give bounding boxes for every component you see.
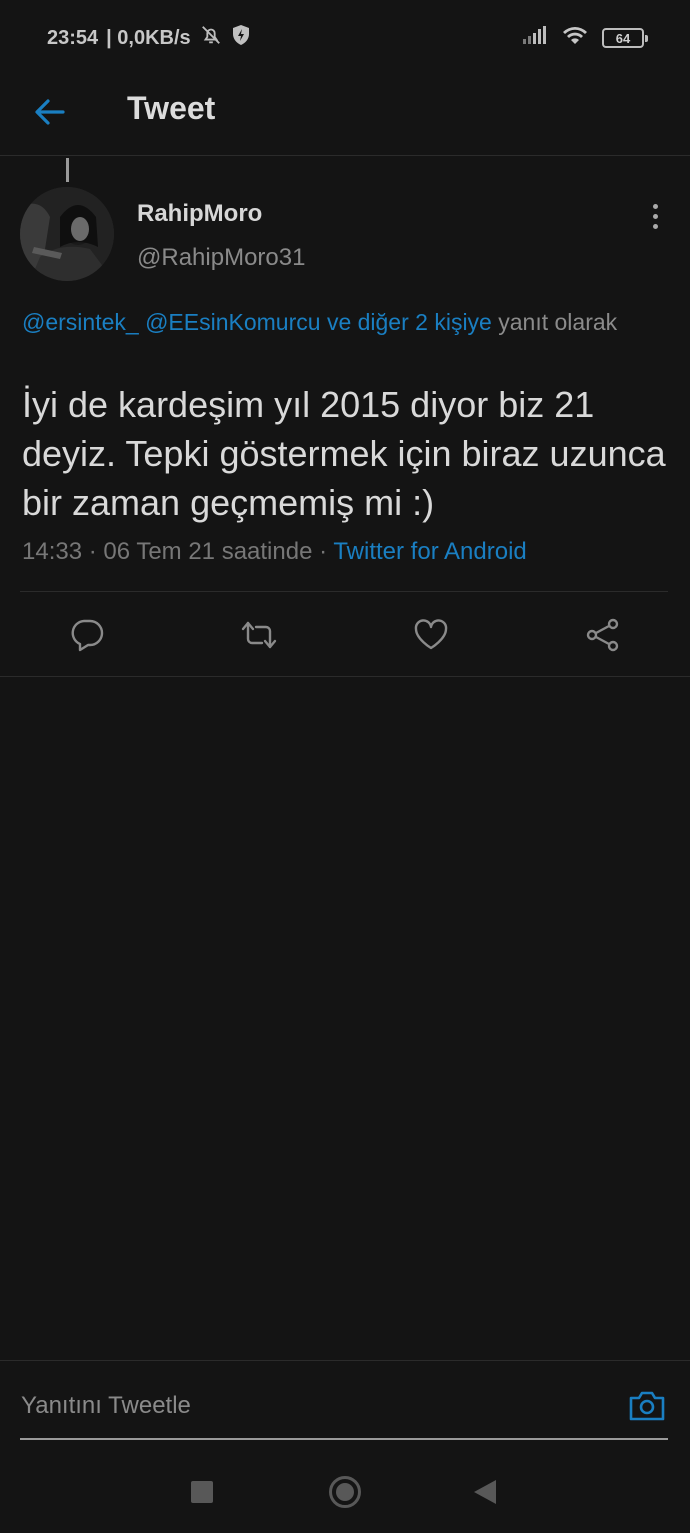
tweet-source[interactable]: Twitter for Android [333,538,526,565]
reply-input[interactable]: Yanıtını Tweetle [21,1392,191,1420]
page-title: Tweet [127,90,216,126]
reply-suffix: yanıt olarak [498,309,618,335]
battery-icon: 64 [602,28,648,48]
avatar-image [20,187,114,281]
status-speed: | 0,0KB/s [106,26,191,49]
divider [0,676,690,677]
tweet-meta: 14:33 · 06 Tem 21 saatinde · Twitter for… [22,538,527,566]
status-time: 23:54 [47,26,99,49]
replying-to: @ersintek_ @EEsinKomurcu ve diğer 2 kişi… [22,305,662,339]
status-right: 64 [522,25,648,51]
avatar[interactable] [20,187,114,281]
camera-icon [629,1391,665,1421]
user-handle[interactable]: @RahipMoro31 [137,244,305,272]
tweet-text: İyi de kardeşim yıl 2015 diyor biz 21 de… [22,384,666,523]
share-button[interactable] [583,615,623,655]
mute-icon [199,24,223,52]
back-button[interactable] [30,92,70,132]
reply-bubble-icon [71,619,104,652]
composer-underline [20,1438,668,1440]
like-button[interactable] [411,615,451,655]
more-dot [652,213,658,219]
home-button[interactable] [329,1476,361,1508]
mention-link[interactable]: @ersintek_ [22,309,139,335]
mention-link[interactable]: @EEsinKomurcu [145,309,320,335]
tweet-actions [0,600,690,670]
thread-connector [66,158,69,182]
more-vertical-icon [652,203,658,209]
recents-button[interactable] [191,1481,213,1503]
divider [20,591,668,592]
shield-icon [231,24,251,52]
status-left: 23:54 | 0,0KB/s [47,24,251,52]
camera-button[interactable] [627,1386,667,1426]
retweet-icon [241,621,277,649]
tweet-timestamp: 14:33 · 06 Tem 21 saatinde · [22,538,328,565]
system-back-button[interactable] [474,1480,496,1504]
composer-divider [0,1360,690,1361]
others-link[interactable]: ve diğer 2 kişiye [327,309,492,335]
share-icon [586,618,619,652]
display-name[interactable]: RahipMoro [137,200,262,228]
more-dot [652,223,658,229]
heart-icon [414,619,448,650]
battery-level: 64 [615,30,631,46]
signal-icon [522,25,548,51]
app-header: Tweet [0,76,690,156]
system-navbar [0,1460,690,1533]
arrow-left-icon [35,99,65,125]
wifi-icon [562,25,588,51]
more-options-button[interactable] [640,200,670,232]
retweet-button[interactable] [239,615,279,655]
status-bar: 23:54 | 0,0KB/s 64 [0,0,690,76]
reply-button[interactable] [67,615,107,655]
